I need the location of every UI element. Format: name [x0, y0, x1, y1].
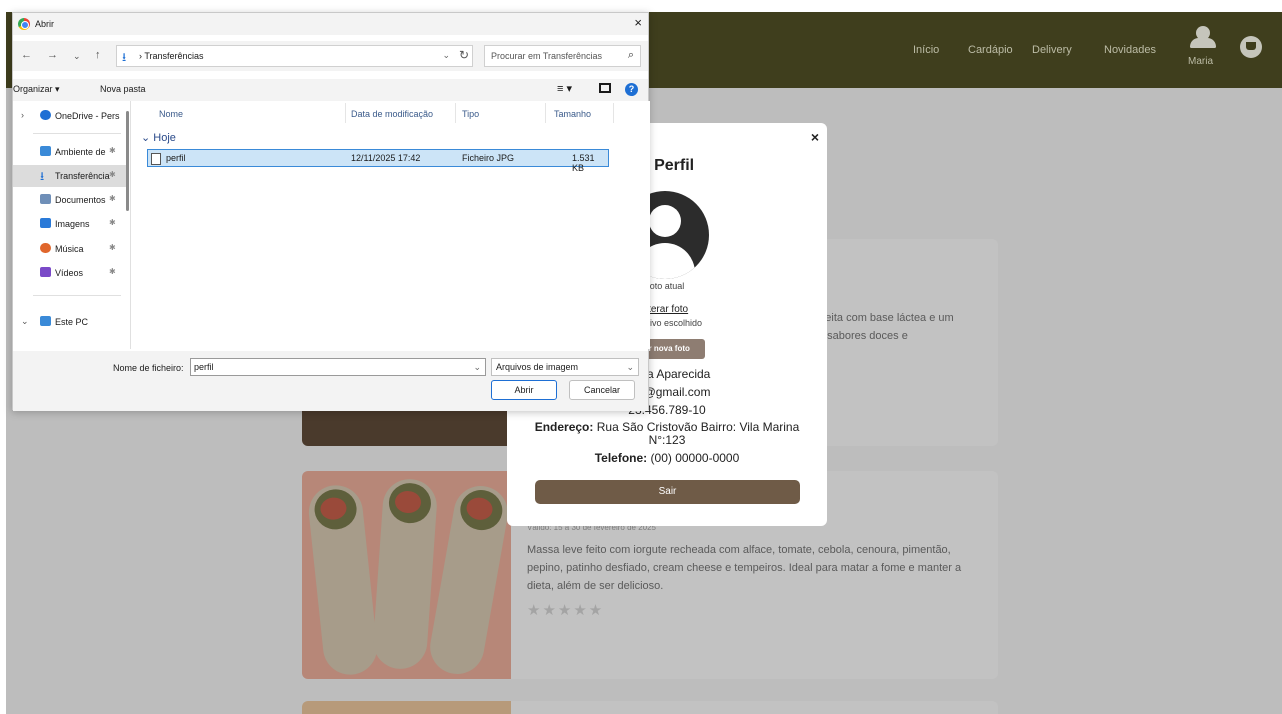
download-icon: ⭳	[40, 169, 45, 183]
pc-icon	[40, 316, 51, 326]
page-left-margin	[0, 0, 6, 714]
product-image	[302, 701, 511, 714]
organize-menu[interactable]: Organizar ▾	[13, 84, 60, 95]
chevron-down-icon[interactable]: ⌄	[73, 51, 81, 62]
product-card	[302, 701, 998, 714]
phone-label: Telefone:	[594, 451, 648, 465]
nav-item-images[interactable]: Imagens ✱	[13, 213, 127, 235]
nav-link-cardapio[interactable]: Cardápio	[968, 44, 1013, 56]
nav-item-music[interactable]: Música ✱	[13, 238, 127, 260]
address-value: Rua São Cristovão Bairro: Vila Marina	[596, 420, 800, 434]
file-row[interactable]: perfil 12/11/2025 17:42 Ficheiro JPG 1.5…	[147, 149, 609, 173]
pin-icon: ✱	[109, 218, 116, 227]
address-label: Endereço:	[534, 420, 594, 434]
file-type: Ficheiro JPG	[462, 153, 515, 163]
close-icon[interactable]: ×	[634, 15, 642, 30]
nav-item-videos[interactable]: Vídeos ✱	[13, 262, 127, 284]
user-name: Maria	[1188, 56, 1214, 67]
nav-link-inicio[interactable]: Início	[913, 44, 939, 56]
preview-pane-icon[interactable]	[599, 83, 611, 93]
nav-scrollbar[interactable]	[126, 111, 129, 211]
file-modified: 12/11/2025 17:42	[351, 153, 421, 163]
filename-input[interactable]: perfil ⌄	[190, 358, 486, 376]
file-name: perfil	[166, 153, 186, 163]
chevron-down-icon: ⌄	[626, 362, 634, 372]
images-icon	[40, 218, 51, 228]
address-bar[interactable]: ⭳ › Transferências ⌄ ↻	[116, 45, 473, 67]
column-header-size[interactable]: Tamanho	[554, 109, 591, 119]
chevron-right-icon[interactable]: ›	[21, 110, 24, 120]
desktop-icon	[40, 146, 51, 156]
download-icon: ⭳	[122, 50, 127, 64]
pin-icon: ✱	[109, 194, 116, 203]
product-description: Massa leve feito com iorgute recheada co…	[527, 544, 962, 592]
new-folder-button[interactable]: Nova pasta	[100, 84, 146, 94]
open-button[interactable]: Abrir	[491, 380, 557, 400]
view-options-icon[interactable]: ≡ ▾	[557, 82, 572, 95]
column-header-type[interactable]: Tipo	[462, 109, 479, 119]
documents-icon	[40, 194, 51, 204]
nav-item-this-pc[interactable]: ⌄ Este PC	[13, 311, 127, 333]
profile-phone: Telefone: (00) 00000-0000	[507, 451, 827, 465]
rating-stars[interactable]: ★★★★★	[527, 601, 604, 619]
group-header[interactable]: ⌄ Hoje	[141, 131, 176, 144]
search-placeholder: Procurar em Transferências	[491, 51, 603, 61]
cloud-icon	[40, 110, 51, 120]
filename-row: Nome de ficheiro: perfil ⌄ Arquivos de i…	[13, 351, 648, 411]
filetype-select[interactable]: Arquivos de imagem ⌄	[491, 358, 639, 376]
file-list: Nome Data de modificação Tipo Tamanho ⌄ …	[133, 101, 650, 349]
nav-link-novidades[interactable]: Novidades	[1104, 44, 1156, 56]
dialog-title: Abrir	[35, 19, 55, 29]
help-icon[interactable]: ?	[625, 83, 638, 96]
chrome-icon	[18, 18, 30, 30]
dialog-toolbar: Organizar ▾ Nova pasta ≡ ▾ ?	[13, 79, 648, 101]
nav-link-delivery[interactable]: Delivery	[1032, 44, 1072, 56]
pin-icon: ✱	[109, 146, 116, 155]
image-file-icon	[151, 153, 161, 165]
nav-item-documents[interactable]: Documentos ✱	[13, 189, 127, 211]
search-icon: ⌕	[627, 49, 634, 61]
nav-item-desktop[interactable]: Ambiente de ✱	[13, 141, 127, 163]
search-input[interactable]: Procurar em Transferências ⌕	[484, 45, 641, 67]
file-open-dialog: Abrir × ← → ⌄ ↑ ⭳ › Transferências ⌄ ↻ P…	[12, 12, 650, 411]
filename-label: Nome de ficheiro:	[113, 363, 184, 373]
close-icon[interactable]: ×	[811, 129, 819, 145]
music-icon	[40, 243, 51, 253]
product-image	[302, 471, 513, 679]
dialog-titlebar[interactable]: Abrir ×	[13, 13, 648, 35]
filetype-value: Arquivos de imagem	[496, 362, 579, 372]
logout-button[interactable]: Sair	[535, 480, 800, 504]
page-top-margin	[0, 0, 1282, 12]
navigation-pane: › OneDrive - Pers Ambiente de ✱ ⭳ Transf…	[13, 101, 131, 349]
column-header-modified[interactable]: Data de modificação	[351, 109, 433, 119]
pin-icon: ✱	[109, 170, 116, 179]
cart-icon[interactable]	[1240, 36, 1262, 58]
videos-icon	[40, 267, 51, 277]
address-number: N°:123	[648, 433, 686, 447]
address-path: Transferências	[144, 51, 204, 61]
profile-address: Endereço: Rua São Cristovão Bairro: Vila…	[507, 420, 827, 434]
pin-icon: ✱	[109, 267, 116, 276]
forward-arrow-icon[interactable]: →	[47, 49, 58, 61]
chevron-down-icon[interactable]: ⌄	[21, 316, 29, 327]
chevron-down-icon[interactable]: ⌄	[473, 362, 481, 373]
cancel-button[interactable]: Cancelar	[569, 380, 635, 400]
column-header-name[interactable]: Nome	[159, 109, 183, 119]
file-size: 1.531 KB	[572, 153, 595, 173]
filename-value: perfil	[194, 362, 214, 372]
address-row: ← → ⌄ ↑ ⭳ › Transferências ⌄ ↻ Procurar …	[13, 41, 648, 71]
pin-icon: ✱	[109, 243, 116, 252]
refresh-icon[interactable]: ↻	[459, 48, 469, 62]
chevron-down-icon[interactable]: ⌄	[442, 50, 450, 61]
nav-item-onedrive[interactable]: › OneDrive - Pers	[13, 105, 127, 127]
back-arrow-icon[interactable]: ←	[21, 49, 32, 61]
phone-value: (00) 00000-0000	[650, 451, 740, 465]
product-description: a, feita com base láctea e um cia sabore…	[810, 312, 954, 342]
nav-item-downloads[interactable]: ⭳ Transferência ✱	[13, 165, 127, 187]
change-photo-link[interactable]: lterar foto	[646, 304, 688, 315]
up-arrow-icon[interactable]: ↑	[95, 49, 101, 61]
